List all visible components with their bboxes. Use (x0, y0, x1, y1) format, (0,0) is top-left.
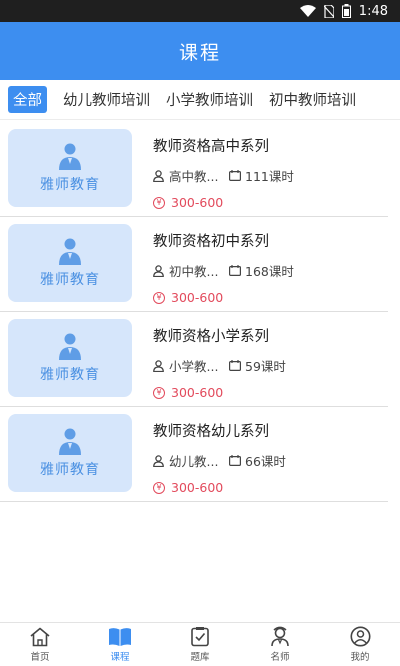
status-bar: 1:48 (0, 0, 400, 22)
profile-icon (350, 626, 370, 647)
course-item[interactable]: 雅师教育 教师资格小学系列 小学教... 59课时 ¥300-600 (0, 312, 388, 407)
course-title: 教师资格初中系列 (153, 234, 269, 250)
calendar-icon (229, 455, 241, 466)
tab-all[interactable]: 全部 (8, 86, 47, 113)
course-thumbnail[interactable]: 雅师教育 (8, 129, 132, 207)
nav-question-bank-label: 题库 (190, 651, 210, 663)
course-price: 300-600 (171, 385, 224, 400)
course-level: 幼儿教... (169, 454, 219, 469)
course-thumbnail[interactable]: 雅师教育 (8, 319, 132, 397)
status-time: 1:48 (358, 3, 388, 19)
user-icon (153, 454, 164, 467)
no-sim-icon (323, 4, 334, 18)
course-price: 300-600 (171, 195, 224, 210)
nav-profile-label: 我的 (350, 652, 370, 663)
tab-primary[interactable]: 小学教师培训 (166, 89, 253, 110)
user-icon (153, 264, 164, 277)
user-icon (153, 169, 164, 182)
wifi-icon (299, 5, 316, 17)
nav-courses[interactable]: 课程 (80, 623, 160, 666)
course-thumbnail[interactable]: 雅师教育 (8, 414, 132, 492)
course-hours: 168课时 (245, 264, 294, 279)
thumbnail-brand: 雅师教育 (40, 367, 100, 383)
course-level: 初中教... (169, 264, 219, 279)
price-icon: ¥ (153, 196, 165, 209)
nav-question-bank[interactable]: 题库 (160, 623, 240, 666)
calendar-icon (229, 360, 241, 371)
battery-icon (341, 4, 351, 18)
category-tabs: 全部 幼儿教师培训 小学教师培训 初中教师培训 (0, 80, 400, 120)
course-item[interactable]: 雅师教育 教师资格高中系列 高中教... 111课时 ¥300-600 (0, 122, 388, 217)
course-price: 300-600 (171, 480, 224, 495)
question-bank-icon (191, 626, 209, 646)
course-title: 教师资格幼儿系列 (153, 424, 269, 440)
page-title: 课程 (178, 41, 221, 64)
teacher-logo-icon (59, 333, 81, 360)
thumbnail-brand: 雅师教育 (40, 272, 100, 288)
teacher-logo-icon (59, 238, 81, 265)
course-hours: 66课时 (245, 454, 286, 469)
thumbnail-brand: 雅师教育 (40, 177, 100, 193)
course-list: 雅师教育 教师资格高中系列 高中教... 111课时 ¥300-600 雅师教育… (0, 122, 400, 502)
header: 课程 (0, 22, 400, 80)
nav-home-label: 首页 (30, 651, 50, 663)
nav-courses-label: 课程 (110, 651, 130, 663)
teacher-logo-icon (59, 143, 81, 170)
teacher-logo-icon (59, 428, 81, 455)
course-hours: 111课时 (245, 169, 294, 184)
calendar-icon (229, 170, 241, 181)
user-icon (153, 359, 164, 372)
tab-junior-high[interactable]: 初中教师培训 (269, 89, 356, 110)
price-icon: ¥ (153, 291, 165, 304)
course-title: 教师资格高中系列 (153, 139, 269, 155)
home-icon (30, 627, 50, 646)
tab-kindergarten[interactable]: 幼儿教师培训 (63, 89, 150, 110)
calendar-icon (229, 265, 241, 276)
nav-home[interactable]: 首页 (0, 623, 80, 666)
thumbnail-brand: 雅师教育 (40, 462, 100, 478)
bottom-nav: 首页 课程 题库 名师 我的 (0, 622, 400, 666)
course-thumbnail[interactable]: 雅师教育 (8, 224, 132, 302)
nav-profile[interactable]: 我的 (320, 623, 400, 666)
teacher-icon (271, 626, 289, 647)
course-item[interactable]: 雅师教育 教师资格初中系列 初中教... 168课时 ¥300-600 (0, 217, 388, 312)
course-item[interactable]: 雅师教育 教师资格幼儿系列 幼儿教... 66课时 ¥300-600 (0, 407, 388, 502)
course-level: 小学教... (169, 359, 219, 374)
course-price: 300-600 (171, 290, 224, 305)
price-icon: ¥ (153, 481, 165, 494)
book-icon (109, 627, 131, 646)
course-level: 高中教... (169, 169, 219, 184)
nav-teachers-label: 名师 (270, 652, 290, 663)
course-title: 教师资格小学系列 (153, 329, 269, 345)
nav-teachers[interactable]: 名师 (240, 623, 320, 666)
price-icon: ¥ (153, 386, 165, 399)
course-hours: 59课时 (245, 359, 286, 374)
